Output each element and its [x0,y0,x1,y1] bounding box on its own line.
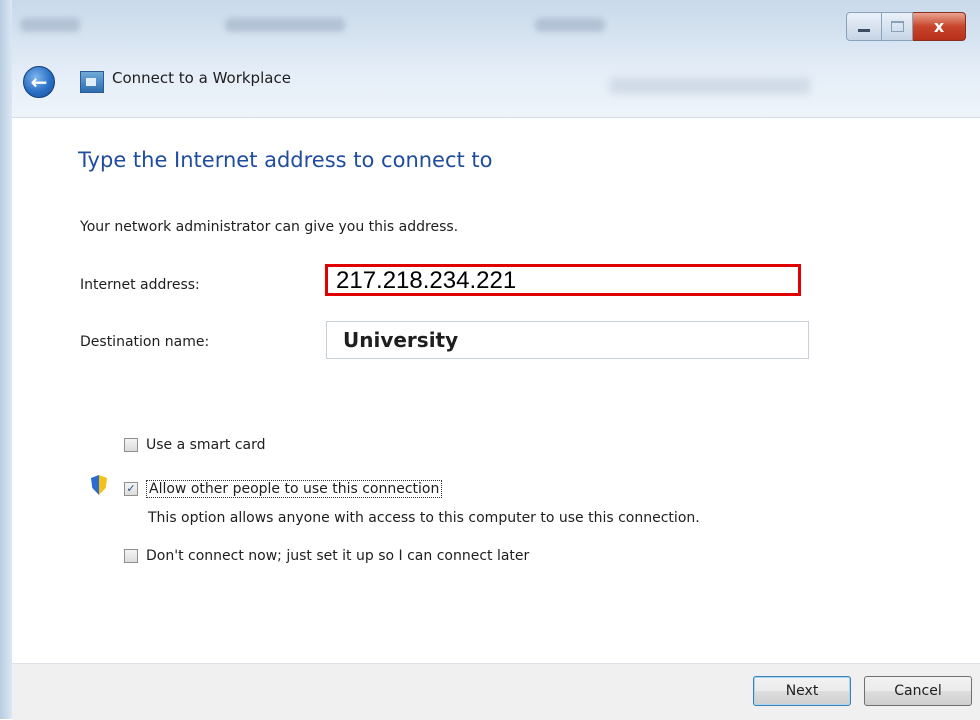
maximize-button[interactable] [882,12,913,41]
allow-others-option[interactable]: ✓ Allow other people to use this connect… [124,480,443,498]
window-title: Connect to a Workplace [112,69,291,87]
page-subtext: Your network administrator can give you … [80,219,459,235]
window-controls: x [846,12,966,41]
destination-name-input[interactable]: University [326,321,809,359]
smart-card-option[interactable]: Use a smart card [124,437,266,453]
connect-later-option[interactable]: Don't connect now; just set it up so I c… [124,548,529,564]
connect-later-label: Don't connect now; just set it up so I c… [146,548,530,564]
minimize-button[interactable] [846,12,882,41]
background-blur [610,78,810,94]
background-blur [20,18,80,32]
back-arrow-icon[interactable]: ← [23,66,55,98]
internet-address-label: Internet address: [80,277,200,293]
close-button[interactable]: x [913,12,966,41]
close-icon: x [933,17,945,36]
page-heading: Type the Internet address to connect to [78,148,493,172]
uac-shield-icon [91,475,107,495]
allow-others-checkbox[interactable]: ✓ [124,482,138,496]
smart-card-checkbox[interactable] [124,438,138,452]
minimize-icon [858,29,870,32]
window-left-edge [0,0,12,719]
background-blur [535,18,605,32]
cancel-button[interactable]: Cancel [864,676,972,706]
destination-name-label: Destination name: [80,334,210,350]
window-titlebar [0,0,980,117]
allow-others-description: This option allows anyone with access to… [148,510,700,526]
maximize-icon [890,21,904,32]
next-button[interactable]: Next [753,676,851,706]
connect-later-checkbox[interactable] [124,549,138,563]
background-blur [225,18,345,32]
internet-address-input[interactable]: 217.218.234.221 [325,264,801,296]
allow-others-label: Allow other people to use this connectio… [146,480,443,498]
smart-card-label: Use a smart card [146,437,266,453]
divider [12,117,980,118]
network-icon [80,71,104,93]
